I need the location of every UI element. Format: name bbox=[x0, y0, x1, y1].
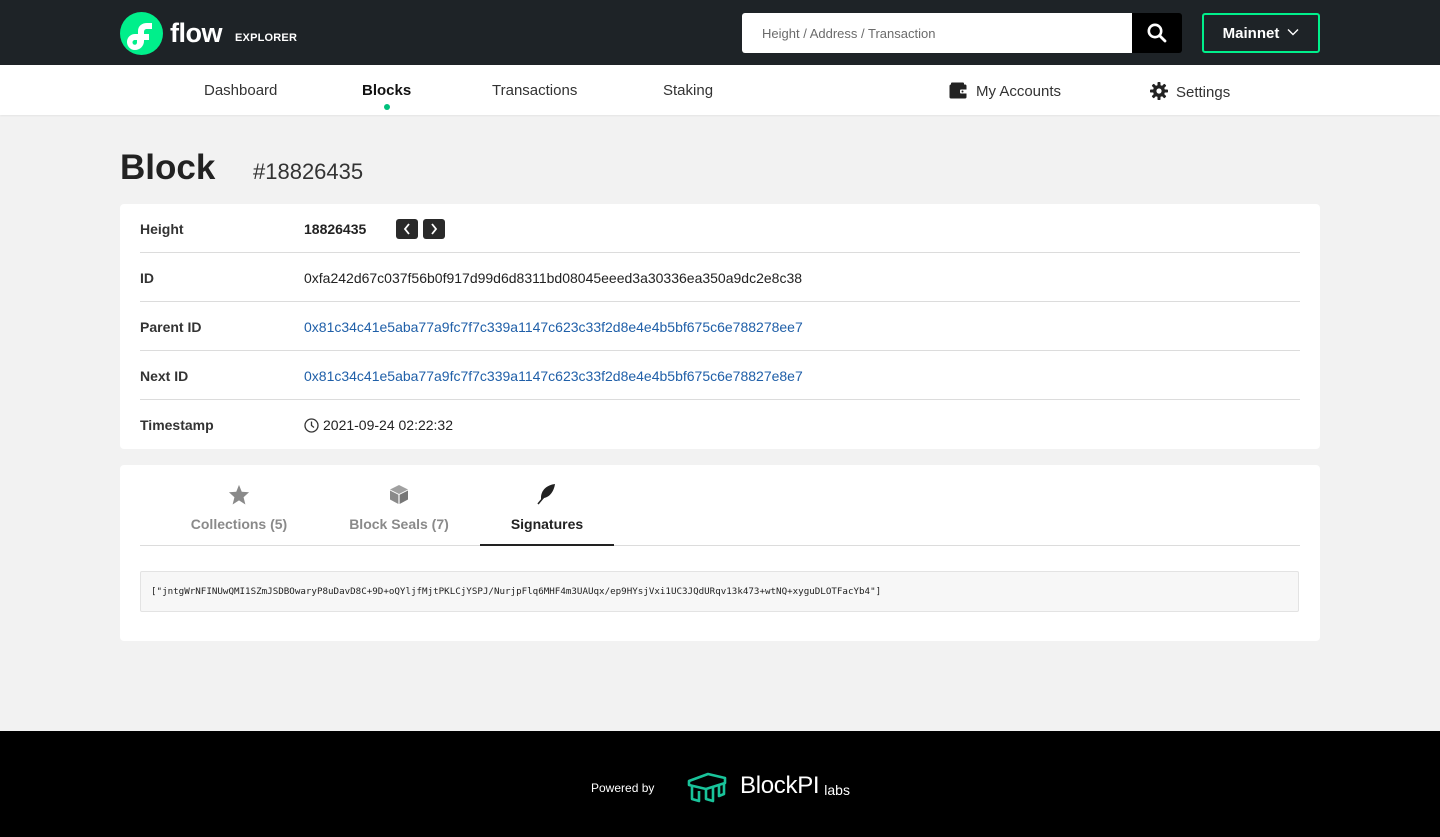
powered-by-label: Powered by bbox=[591, 781, 655, 795]
blockpi-logo[interactable]: BlockPI labs bbox=[686, 769, 850, 803]
blockpi-logo-icon bbox=[687, 772, 727, 803]
tab-signatures[interactable]: Signatures bbox=[480, 465, 614, 546]
nav-my-accounts[interactable]: My Accounts bbox=[949, 82, 1061, 100]
network-label: Mainnet bbox=[1222, 24, 1280, 42]
blockpi-sub: labs bbox=[824, 782, 850, 798]
nav-settings-label: Settings bbox=[1176, 84, 1231, 101]
parent-id-link[interactable]: 0x81c34c41e5aba77a9fc7f7c339a1147c623c33… bbox=[304, 319, 803, 335]
next-id-row: Next ID 0x81c34c41e5aba77a9fc7f7c339a114… bbox=[140, 351, 1300, 400]
feather-icon bbox=[537, 484, 555, 505]
nav-staking[interactable]: Staking bbox=[663, 82, 713, 99]
star-icon bbox=[228, 484, 250, 505]
id-label: ID bbox=[140, 270, 154, 286]
tab-collections-label: Collections (5) bbox=[190, 516, 288, 532]
top-header: flow EXPLORER Mainnet bbox=[0, 0, 1440, 65]
next-id-label: Next ID bbox=[140, 368, 189, 384]
search-input[interactable] bbox=[742, 13, 1132, 53]
search-button[interactable] bbox=[1132, 13, 1182, 53]
block-details-card: Height 18826435 ID 0xfa242d67c037f56b0f9… bbox=[120, 204, 1320, 449]
nav-my-accounts-label: My Accounts bbox=[976, 83, 1062, 100]
block-tabs-card: Collections (5) Block Seals (7) Signatur… bbox=[120, 465, 1320, 641]
timestamp-value: 2021-09-24 02:22:32 bbox=[323, 417, 453, 433]
footer: Powered by BlockPI labs bbox=[0, 731, 1440, 837]
nav-transactions[interactable]: Transactions bbox=[492, 82, 577, 99]
nav-blocks[interactable]: Blocks bbox=[362, 82, 412, 110]
height-row: Height 18826435 bbox=[140, 204, 1300, 253]
nav-dashboard[interactable]: Dashboard bbox=[204, 82, 277, 99]
next-block-button[interactable] bbox=[423, 219, 445, 239]
network-selector[interactable]: Mainnet bbox=[1202, 13, 1320, 53]
height-label: Height bbox=[140, 221, 184, 237]
brand-name: flow bbox=[170, 18, 223, 48]
nav-dashboard-label: Dashboard bbox=[204, 82, 278, 99]
flow-logo[interactable]: flow EXPLORER bbox=[120, 12, 297, 55]
tab-block-seals[interactable]: Block Seals (7) bbox=[328, 465, 470, 546]
brand-subtitle: EXPLORER bbox=[235, 31, 298, 44]
block-number: #18826435 bbox=[253, 159, 364, 184]
page-title: Block bbox=[120, 148, 216, 187]
active-indicator-dot bbox=[383, 104, 390, 110]
flow-logo-icon bbox=[120, 12, 163, 55]
height-value: 18826435 bbox=[304, 221, 367, 237]
parent-id-label: Parent ID bbox=[140, 319, 202, 335]
blockpi-brand: BlockPI bbox=[740, 772, 820, 799]
id-row: ID 0xfa242d67c037f56b0f917d99d6d8311bd08… bbox=[140, 253, 1300, 302]
search-bar bbox=[742, 13, 1182, 53]
timestamp-label: Timestamp bbox=[140, 417, 214, 433]
search-icon bbox=[1147, 23, 1167, 43]
gear-icon bbox=[1150, 82, 1168, 100]
tab-block-seals-label: Block Seals (7) bbox=[349, 516, 449, 532]
tab-collections[interactable]: Collections (5) bbox=[168, 465, 310, 546]
cube-icon bbox=[390, 485, 408, 504]
tab-signatures-label: Signatures bbox=[510, 516, 584, 532]
chevron-right-icon bbox=[431, 223, 438, 235]
wallet-icon bbox=[949, 82, 968, 99]
next-id-link[interactable]: 0x81c34c41e5aba77a9fc7f7c339a1147c623c33… bbox=[304, 368, 803, 384]
chevron-down-icon bbox=[1287, 29, 1299, 36]
nav-transactions-label: Transactions bbox=[492, 82, 578, 99]
timestamp-row: Timestamp 2021-09-24 02:22:32 bbox=[140, 400, 1300, 449]
clock-icon bbox=[304, 418, 319, 433]
parent-id-row: Parent ID 0x81c34c41e5aba77a9fc7f7c339a1… bbox=[140, 302, 1300, 351]
nav-blocks-label: Blocks bbox=[362, 82, 412, 99]
nav-staking-label: Staking bbox=[663, 82, 714, 99]
main-nav: Dashboard Blocks Transactions Staking My… bbox=[0, 65, 1440, 115]
id-value: 0xfa242d67c037f56b0f917d99d6d8311bd08045… bbox=[304, 270, 803, 286]
signatures-value: ["jntgWrNFINUwQMI1SZmJSDBOwaryP8uDavD8C+… bbox=[140, 571, 1299, 612]
previous-block-button[interactable] bbox=[396, 219, 418, 239]
nav-settings[interactable]: Settings bbox=[1150, 82, 1230, 101]
chevron-left-icon bbox=[403, 223, 410, 235]
tab-bar: Collections (5) Block Seals (7) Signatur… bbox=[140, 465, 1300, 546]
timestamp-value-wrap: 2021-09-24 02:22:32 bbox=[304, 417, 453, 433]
